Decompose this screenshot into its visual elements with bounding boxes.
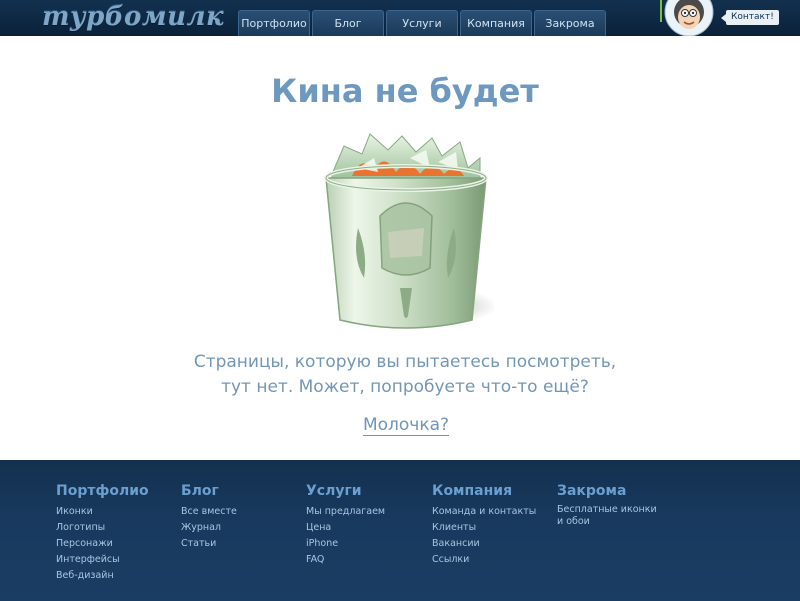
footer-link-free-icons[interactable]: Бесплатные иконки и обои <box>557 504 657 528</box>
footer-link-interfaces[interactable]: Интерфейсы <box>56 552 176 568</box>
page-title: Кина не будет <box>271 72 539 110</box>
footer-heading-blog[interactable]: Блог <box>181 483 301 499</box>
nav-tab-stash[interactable]: Закрома <box>534 10 606 36</box>
footer-link-characters[interactable]: Персонажи <box>56 536 176 552</box>
footer-link-all[interactable]: Все вместе <box>181 504 301 520</box>
error-message-line-2: тут нет. Может, попробуете что-то ещё? <box>221 377 589 397</box>
footer-link-icons[interactable]: Иконки <box>56 504 176 520</box>
footer-link-price[interactable]: Цена <box>306 520 426 536</box>
footer-heading-stash[interactable]: Закрома <box>557 483 677 499</box>
milk-link-wrapper: Молочка? <box>0 415 800 436</box>
footer-heading-services[interactable]: Услуги <box>306 483 426 499</box>
footer-column-blog: Блог Все вместе Журнал Статьи <box>181 483 301 552</box>
nav-tab-portfolio[interactable]: Портфолио <box>238 10 310 36</box>
footer-column-services: Услуги Мы предлагаем Цена iPhone FAQ <box>306 483 426 568</box>
nav-tab-blog[interactable]: Блог <box>312 10 384 36</box>
error-message: Страницы, которую вы пытаетесь посмотрет… <box>0 350 800 400</box>
nav-tab-company[interactable]: Компания <box>460 10 532 36</box>
footer-heading-company[interactable]: Компания <box>432 483 552 499</box>
footer-link-web-design[interactable]: Веб-дизайн <box>56 568 176 584</box>
trash-can-icon <box>324 133 494 329</box>
footer-link-we-offer[interactable]: Мы предлагаем <box>306 504 426 520</box>
footer-link-faq[interactable]: FAQ <box>306 552 426 568</box>
footer-column-company: Компания Команда и контакты Клиенты Вака… <box>432 483 552 568</box>
footer-link-journal[interactable]: Журнал <box>181 520 301 536</box>
footer-link-iphone[interactable]: iPhone <box>306 536 426 552</box>
milk-link[interactable]: Молочка? <box>362 415 450 436</box>
footer-link-articles[interactable]: Статьи <box>181 536 301 552</box>
footer-heading-portfolio[interactable]: Портфолио <box>56 483 176 499</box>
footer-link-jobs[interactable]: Вакансии <box>432 536 552 552</box>
nav-tab-services[interactable]: Услуги <box>386 10 458 36</box>
avatar-icon[interactable] <box>660 0 718 36</box>
main-nav: Портфолио Блог Услуги Компания Закрома <box>238 10 608 36</box>
footer-column-stash: Закрома Бесплатные иконки и обои <box>557 483 677 528</box>
error-message-line-1: Страницы, которую вы пытаетесь посмотрет… <box>193 352 617 372</box>
footer-column-portfolio: Портфолио Иконки Логотипы Персонажи Инте… <box>56 483 176 584</box>
contact-button[interactable]: Контакт! <box>721 10 779 25</box>
footer: Портфолио Иконки Логотипы Персонажи Инте… <box>0 460 800 601</box>
footer-link-logos[interactable]: Логотипы <box>56 520 176 536</box>
footer-link-links[interactable]: Ссылки <box>432 552 552 568</box>
footer-link-clients[interactable]: Клиенты <box>432 520 552 536</box>
header: турбомилк Портфолио Блог Услуги Компания… <box>0 0 800 36</box>
footer-link-team-contacts[interactable]: Команда и контакты <box>432 504 552 520</box>
logo[interactable]: турбомилк <box>42 2 224 32</box>
